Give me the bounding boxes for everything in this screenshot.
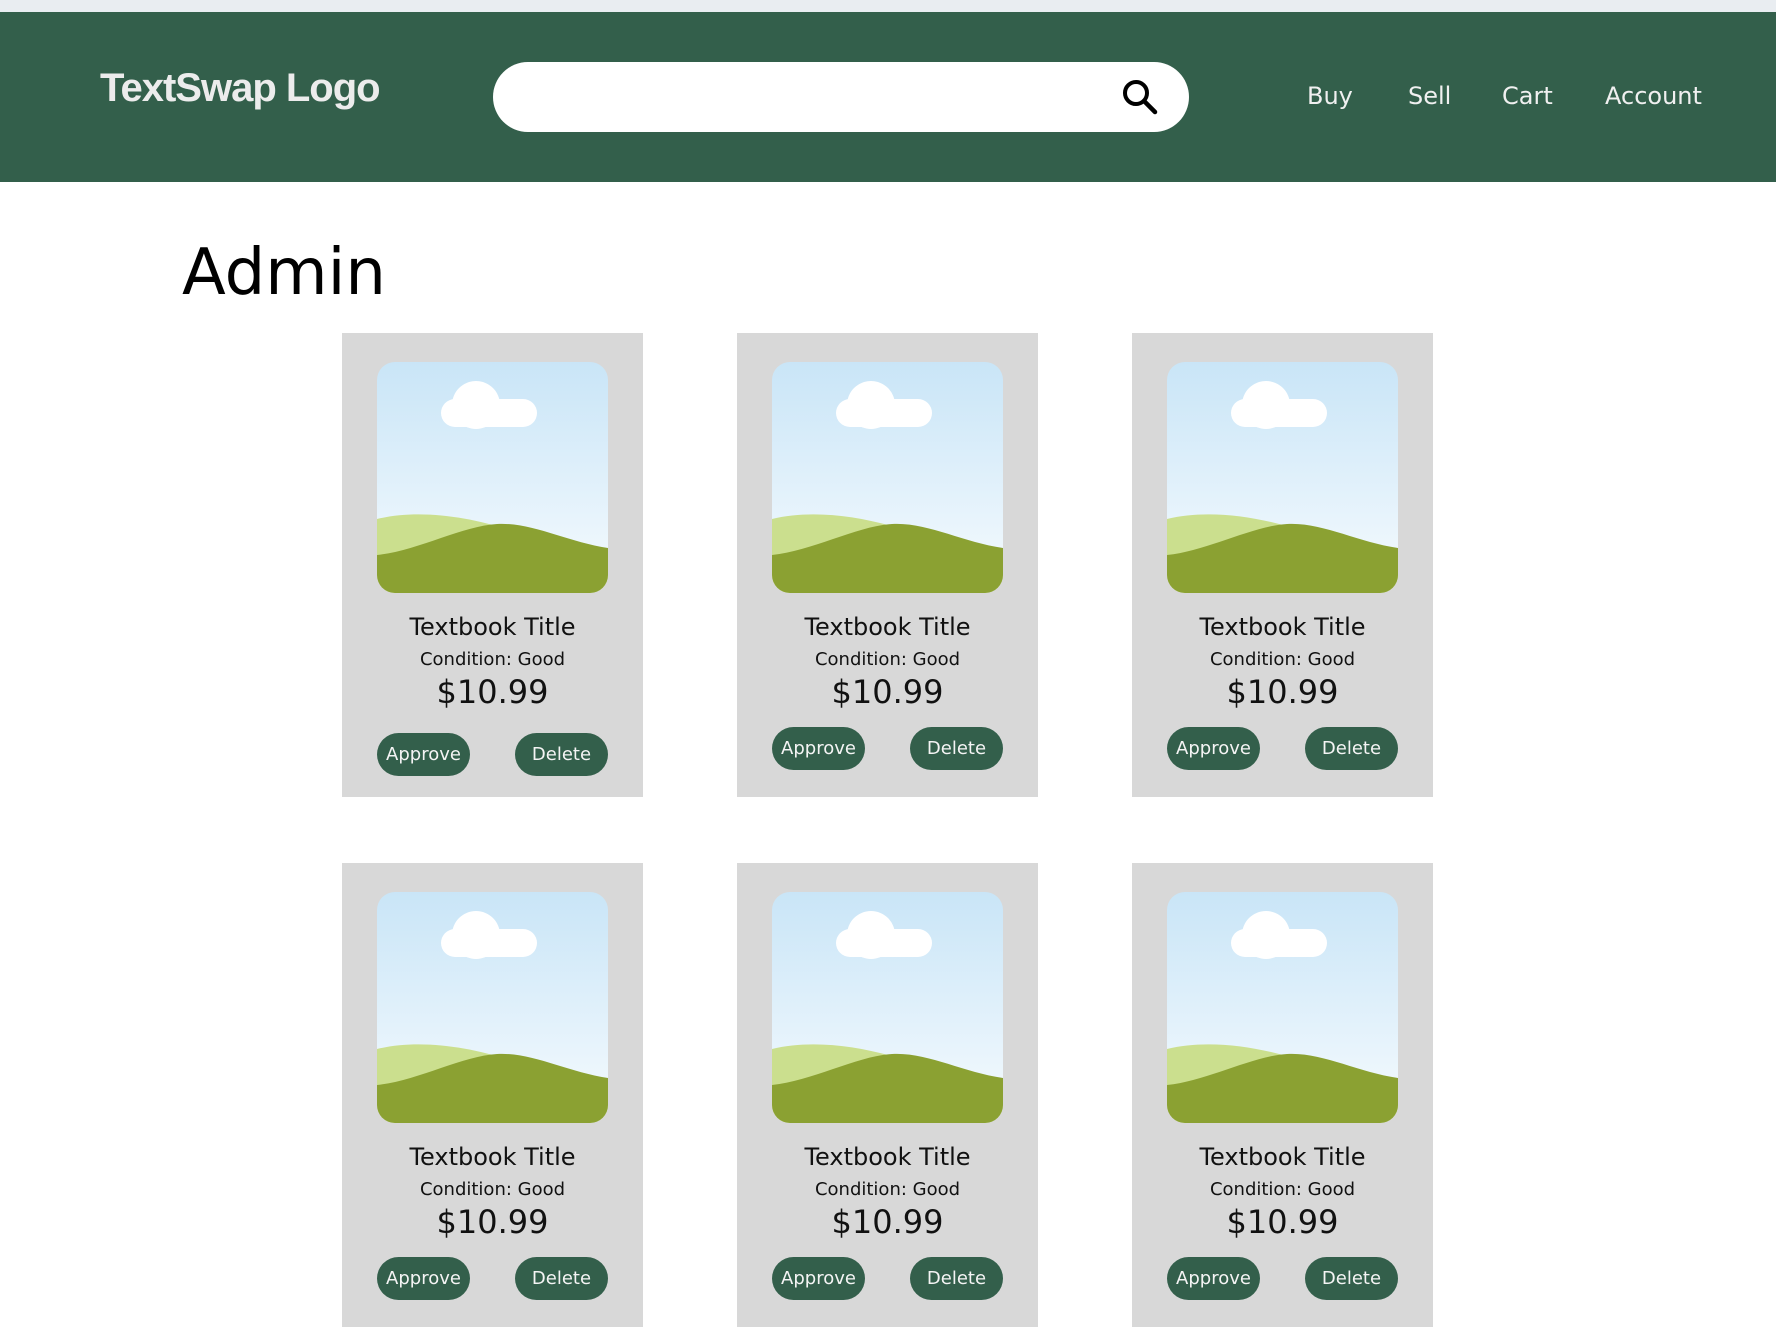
textbook-condition: Condition: Good [419,649,566,670]
listing-card: Textbook Title Condition: Good $10.99 Ap… [1132,333,1433,797]
textbook-title: Textbook Title [1199,613,1366,641]
delete-button[interactable]: Delete [1305,1257,1398,1300]
nav-account[interactable]: Account [1605,82,1702,110]
textbook-condition: Condition: Good [814,649,961,670]
listing-card: Textbook Title Condition: Good $10.99 Ap… [342,863,643,1327]
textbook-price: $10.99 [436,673,549,711]
site-header: TextSwap Logo Buy Sell Cart Account [0,12,1776,182]
listing-card: Textbook Title Condition: Good $10.99 Ap… [737,863,1038,1327]
textbook-image [1167,362,1398,593]
browser-top-strip [0,0,1776,12]
textbook-image [772,362,1003,593]
page-title: Admin [182,236,386,310]
delete-button[interactable]: Delete [515,1257,608,1300]
image-placeholder-icon [1167,892,1398,1123]
textbook-title: Textbook Title [1199,1143,1366,1171]
textbook-condition: Condition: Good [814,1179,961,1200]
textbook-title: Textbook Title [804,613,971,641]
textbook-price: $10.99 [1226,1203,1339,1241]
image-placeholder-icon [1167,362,1398,593]
textbook-title: Textbook Title [804,1143,971,1171]
delete-button[interactable]: Delete [1305,727,1398,770]
image-placeholder-icon [377,892,608,1123]
delete-button[interactable]: Delete [910,727,1003,770]
textbook-title: Textbook Title [409,1143,576,1171]
search-bar[interactable] [493,62,1189,132]
textbook-image [377,892,608,1123]
textbook-price: $10.99 [436,1203,549,1241]
textbook-image [772,892,1003,1123]
textbook-image [377,362,608,593]
approve-button[interactable]: Approve [1167,1257,1260,1300]
search-icon[interactable] [1121,78,1159,116]
nav-cart[interactable]: Cart [1502,82,1553,110]
textbook-image [1167,892,1398,1123]
textbook-condition: Condition: Good [1209,1179,1356,1200]
textbook-price: $10.99 [831,673,944,711]
listing-card: Textbook Title Condition: Good $10.99 Ap… [737,333,1038,797]
search-input[interactable] [521,76,1105,120]
delete-button[interactable]: Delete [515,733,608,776]
textbook-price: $10.99 [1226,673,1339,711]
nav-buy[interactable]: Buy [1307,82,1353,110]
nav-sell[interactable]: Sell [1408,82,1451,110]
listing-card: Textbook Title Condition: Good $10.99 Ap… [342,333,643,797]
textbook-title: Textbook Title [409,613,576,641]
textbook-price: $10.99 [831,1203,944,1241]
image-placeholder-icon [377,362,608,593]
approve-button[interactable]: Approve [377,1257,470,1300]
approve-button[interactable]: Approve [772,727,865,770]
textbook-condition: Condition: Good [1209,649,1356,670]
site-logo[interactable]: TextSwap Logo [100,66,381,111]
delete-button[interactable]: Delete [910,1257,1003,1300]
approve-button[interactable]: Approve [377,733,470,776]
listing-card: Textbook Title Condition: Good $10.99 Ap… [1132,863,1433,1327]
approve-button[interactable]: Approve [772,1257,865,1300]
approve-button[interactable]: Approve [1167,727,1260,770]
image-placeholder-icon [772,892,1003,1123]
image-placeholder-icon [772,362,1003,593]
textbook-condition: Condition: Good [419,1179,566,1200]
